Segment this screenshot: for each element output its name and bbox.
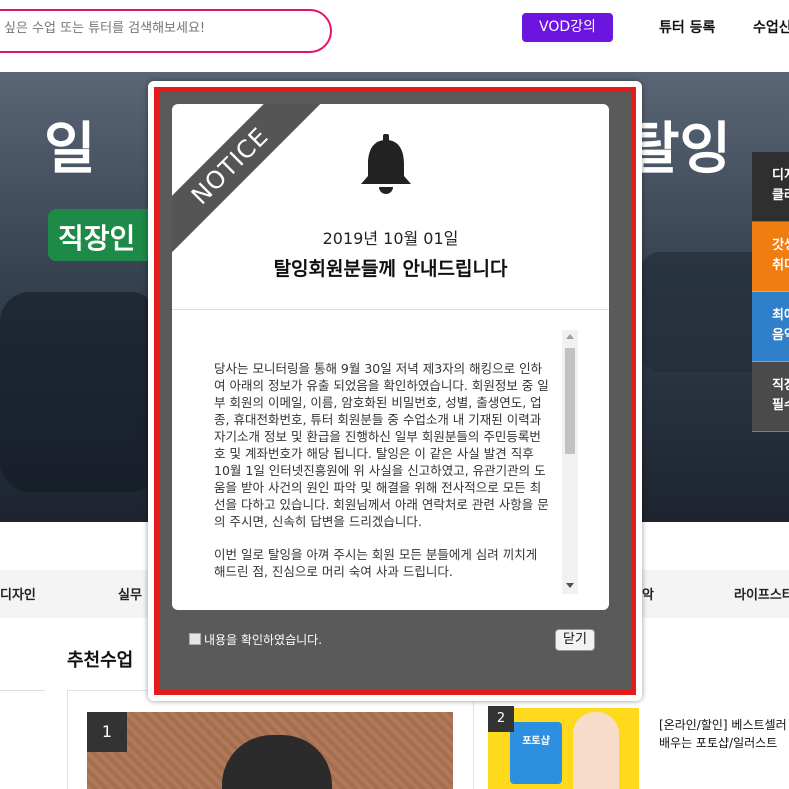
notice-paragraph: 이번 일로 탈잉을 아껴 주시는 회원 모든 분들에게 심려 끼치게 해드린 점…	[214, 547, 538, 579]
hero-title-right: 탈잉	[628, 117, 732, 182]
hero-badge: 직장인	[48, 209, 158, 261]
class-title-line: 배우는 포토샵/일러스트	[659, 736, 778, 750]
scroll-down-arrow-icon[interactable]	[566, 583, 574, 588]
notice-scroll-area[interactable]: 당사는 모니터링을 통해 9월 30일 저녁 제3자의 해킹으로 인하여 아래의…	[200, 330, 580, 594]
confirm-checkbox[interactable]	[189, 633, 201, 645]
scrollbar[interactable]	[562, 330, 578, 594]
book-cover: 포토샵	[510, 722, 562, 784]
scroll-up-arrow-icon[interactable]	[566, 334, 574, 339]
rank-badge: 1	[87, 712, 127, 752]
hero-side-tabs: 디지 클라 갓생 취미 최애 음악 직장 필수	[752, 152, 789, 432]
side-tab-digital[interactable]: 디지 클라	[752, 152, 789, 222]
class-thumbnail-person	[573, 712, 619, 789]
category-practical[interactable]: 실무	[118, 584, 142, 603]
notice-date: 2019년 10월 01일	[322, 229, 459, 248]
rank-badge: 2	[488, 706, 514, 732]
category-design[interactable]: 디자인	[0, 584, 36, 603]
header: VOD강의 튜터 등록 수업신	[0, 0, 789, 62]
hero-background-figure	[0, 292, 160, 492]
bell-icon	[361, 134, 411, 194]
confirm-label[interactable]: 내용을 확인하였습니다.	[204, 631, 322, 648]
scrollbar-thumb[interactable]	[565, 348, 575, 454]
class-card-title[interactable]: [온라인/할인] 베스트셀러 배우는 포토샵/일러스트	[659, 716, 789, 752]
recommended-title: 추천수업	[67, 650, 134, 671]
search-input[interactable]	[4, 21, 304, 36]
side-tab-music[interactable]: 최애 음악	[752, 292, 789, 362]
class-title-line: [온라인/할인] 베스트셀러	[659, 718, 787, 732]
vod-button[interactable]: VOD강의	[522, 13, 613, 42]
category-music[interactable]: 악	[642, 584, 654, 603]
divider	[0, 690, 45, 691]
side-tab-hobby[interactable]: 갓생 취미	[752, 222, 789, 292]
side-tab-work[interactable]: 직장 필수	[752, 362, 789, 432]
category-lifestyle[interactable]: 라이프스타	[734, 584, 789, 603]
notice-paragraph: 당사는 모니터링을 통해 9월 30일 저녁 제3자의 해킹으로 인하여 아래의…	[214, 361, 549, 529]
notice-headline: 탈잉회원분들께 안내드립니다	[273, 258, 508, 280]
notice-body: 당사는 모니터링을 통해 9월 30일 저녁 제3자의 해킹으로 인하여 아래의…	[214, 360, 552, 594]
notice-card: NOTICE 2019년 10월 01일 탈잉회원분들께 안내드립니다 당사는 …	[172, 104, 609, 610]
divider	[172, 309, 609, 310]
nav-class[interactable]: 수업신	[753, 17, 789, 37]
search-box[interactable]	[0, 9, 332, 53]
nav-tutor-register[interactable]: 튜터 등록	[659, 17, 715, 37]
hero-title-left: 일	[44, 117, 100, 182]
close-button[interactable]: 닫기	[555, 629, 595, 651]
